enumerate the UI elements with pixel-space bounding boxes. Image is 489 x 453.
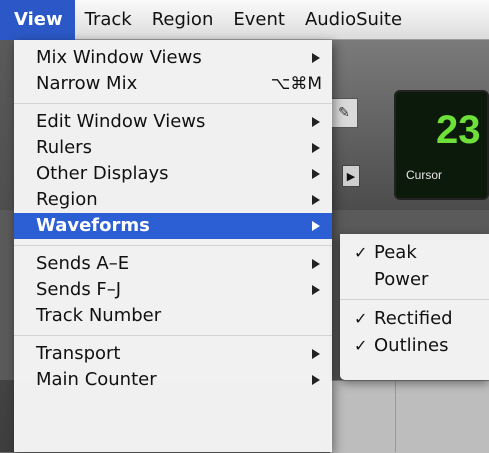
menu-item-label: Main Counter	[36, 369, 157, 390]
submenu-item-label: Outlines	[374, 335, 449, 356]
waveforms-submenu: ✓ Peak Power ✓ Rectified ✓ Outlines	[340, 234, 489, 380]
submenu-item-peak[interactable]: ✓ Peak	[340, 239, 489, 266]
menu-item-sends-a-e[interactable]: Sends A–E	[14, 251, 332, 277]
submenu-arrow-icon	[312, 349, 320, 359]
submenu-item-power[interactable]: Power	[340, 266, 489, 293]
menu-separator	[340, 293, 489, 305]
submenu-arrow-icon	[312, 221, 320, 231]
menu-item-other-displays[interactable]: Other Displays	[14, 161, 332, 187]
checkmark-icon: ✓	[354, 336, 368, 355]
menu-item-label: Region	[36, 189, 98, 210]
menu-audiosuite[interactable]: AudioSuite	[295, 0, 412, 40]
menu-separator	[14, 329, 332, 341]
menu-item-narrow-mix[interactable]: Narrow Mix ⌥⌘M	[14, 71, 332, 97]
keyboard-shortcut: ⌥⌘M	[270, 74, 322, 94]
counter-value: 23	[436, 108, 481, 152]
checkmark-icon: ✓	[354, 243, 368, 262]
menu-item-label: Rulers	[36, 137, 92, 158]
menu-view[interactable]: View	[0, 0, 75, 40]
menu-item-region[interactable]: Region	[14, 187, 332, 213]
menu-item-label: Sends F–J	[36, 279, 122, 300]
submenu-arrow-icon	[312, 375, 320, 385]
menu-item-label: Sends A–E	[36, 253, 130, 274]
menu-item-sends-f-j[interactable]: Sends F–J	[14, 277, 332, 303]
menu-event[interactable]: Event	[223, 0, 295, 40]
submenu-arrow-icon	[312, 259, 320, 269]
menu-item-label: Waveforms	[36, 215, 150, 236]
menu-item-mix-window-views[interactable]: Mix Window Views	[14, 45, 332, 71]
menu-item-track-number[interactable]: Track Number	[14, 303, 332, 329]
play-icon[interactable]: ▶	[342, 165, 360, 187]
menu-item-transport[interactable]: Transport	[14, 341, 332, 367]
submenu-arrow-icon	[312, 143, 320, 153]
submenu-arrow-icon	[312, 285, 320, 295]
counter-label: Cursor	[406, 168, 443, 182]
menu-item-edit-window-views[interactable]: Edit Window Views	[14, 109, 332, 135]
main-counter-display: 23 Cursor	[394, 90, 489, 200]
menu-region[interactable]: Region	[142, 0, 224, 40]
submenu-item-label: Rectified	[374, 308, 453, 329]
menu-item-waveforms[interactable]: Waveforms	[14, 213, 332, 239]
submenu-item-label: Peak	[374, 242, 417, 263]
menu-separator	[14, 97, 332, 109]
submenu-item-label: Power	[374, 269, 429, 290]
menu-bar: View Track Region Event AudioSuite	[0, 0, 489, 40]
menu-item-label: Mix Window Views	[36, 47, 202, 68]
menu-item-rulers[interactable]: Rulers	[14, 135, 332, 161]
submenu-item-outlines[interactable]: ✓ Outlines	[340, 332, 489, 359]
menu-item-main-counter[interactable]: Main Counter	[14, 367, 332, 393]
view-menu-dropdown: Mix Window Views Narrow Mix ⌥⌘M Edit Win…	[14, 40, 332, 452]
submenu-arrow-icon	[312, 169, 320, 179]
menu-item-label: Other Displays	[36, 163, 169, 184]
menu-item-label: Narrow Mix	[36, 73, 138, 94]
submenu-arrow-icon	[312, 195, 320, 205]
submenu-arrow-icon	[312, 117, 320, 127]
checkmark-icon: ✓	[354, 309, 368, 328]
edit-window-area	[330, 380, 489, 453]
menu-item-label: Transport	[36, 343, 121, 364]
menu-separator	[14, 239, 332, 251]
menu-item-label: Edit Window Views	[36, 111, 206, 132]
submenu-item-rectified[interactable]: ✓ Rectified	[340, 305, 489, 332]
pencil-tool-icon[interactable]: ✎	[330, 98, 358, 128]
menu-item-label: Track Number	[36, 305, 162, 326]
menu-track[interactable]: Track	[75, 0, 142, 40]
submenu-arrow-icon	[312, 53, 320, 63]
grid-line	[395, 380, 396, 452]
